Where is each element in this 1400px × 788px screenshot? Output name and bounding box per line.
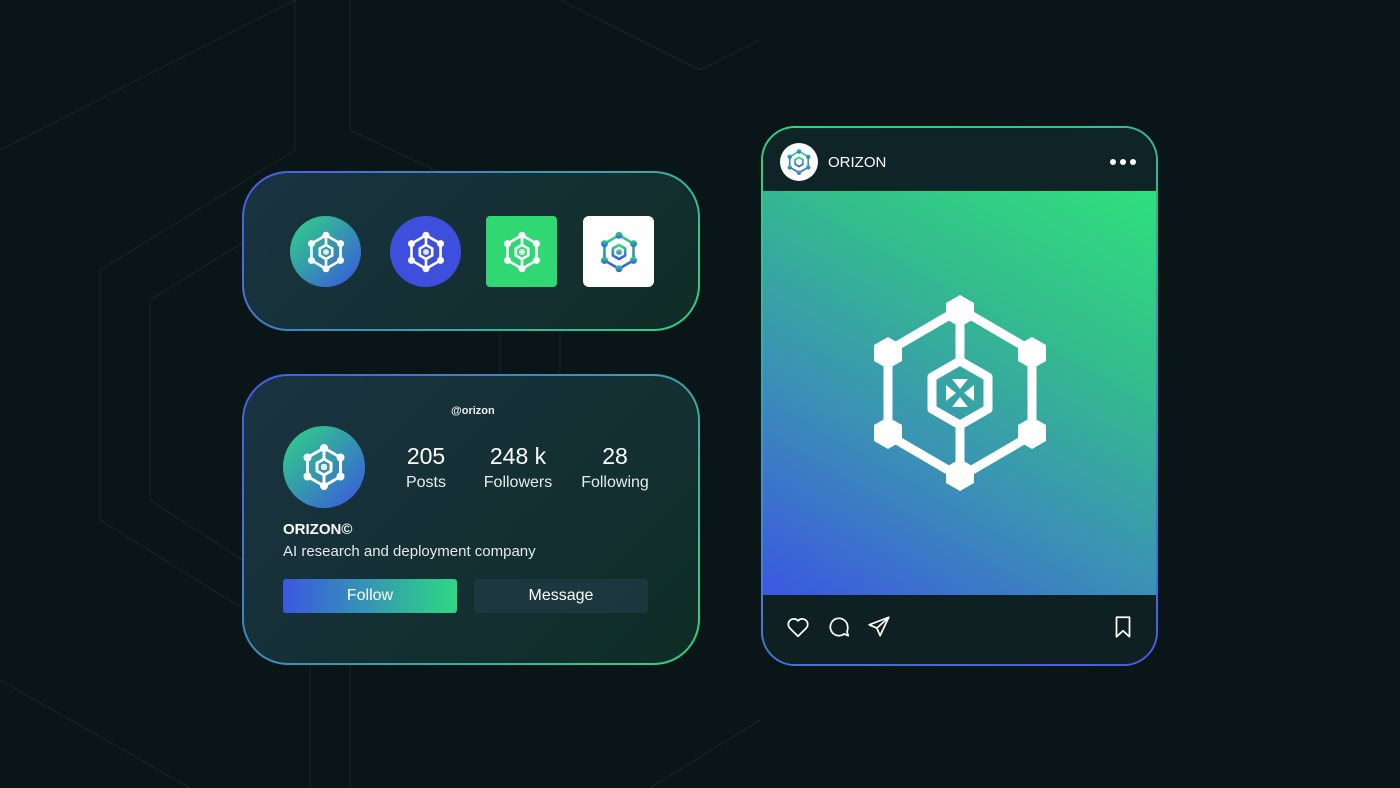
post-header: ORIZON	[763, 128, 1156, 191]
orizon-logo-icon	[303, 444, 345, 490]
stat-posts[interactable]: 205 Posts	[391, 442, 461, 493]
post-image[interactable]	[763, 191, 1156, 595]
bookmark-icon[interactable]	[1110, 614, 1136, 640]
orizon-logo-icon	[873, 295, 1046, 491]
orizon-logo-icon	[407, 231, 444, 272]
orizon-logo-icon	[600, 231, 637, 272]
profile-avatar[interactable]	[283, 426, 365, 508]
stat-following-label: Following	[581, 474, 649, 491]
logo-variant-green-square	[486, 216, 557, 287]
post-card: ORIZON	[761, 126, 1158, 666]
orizon-logo-icon	[503, 231, 540, 272]
stat-followers[interactable]: 248 k Followers	[473, 442, 563, 493]
logo-variants-card	[242, 171, 700, 331]
profile-card: @orizon 205 Posts 248 k Followers 28 Fol…	[242, 374, 700, 665]
stat-followers-value: 248 k	[489, 443, 547, 469]
profile-handle: @orizon	[451, 405, 495, 417]
profile-name: ORIZON©	[283, 521, 353, 538]
more-dots-icon[interactable]	[1110, 159, 1136, 165]
profile-bio: AI research and deployment company	[283, 543, 536, 560]
stat-following-value: 28	[602, 443, 628, 469]
stat-followers-label: Followers	[483, 474, 553, 491]
stat-posts-label: Posts	[405, 474, 446, 491]
background-hexagon-lines	[0, 0, 761, 788]
logo-variant-gradient-circle	[290, 216, 361, 287]
post-actions-bar	[763, 595, 1156, 664]
logo-variant-white-square	[583, 216, 654, 287]
send-icon[interactable]	[866, 614, 892, 640]
orizon-logo-icon	[787, 149, 811, 175]
post-avatar[interactable]	[780, 143, 818, 181]
heart-icon[interactable]	[785, 614, 811, 640]
comment-icon[interactable]	[826, 614, 852, 640]
stat-following[interactable]: 28 Following	[570, 442, 660, 493]
orizon-logo-icon	[307, 231, 344, 272]
stat-posts-value: 205	[406, 443, 446, 469]
follow-button[interactable]: Follow	[283, 579, 457, 613]
post-username[interactable]: ORIZON	[828, 154, 886, 171]
message-button[interactable]: Message	[474, 579, 648, 613]
logo-variant-blue-circle	[390, 216, 461, 287]
